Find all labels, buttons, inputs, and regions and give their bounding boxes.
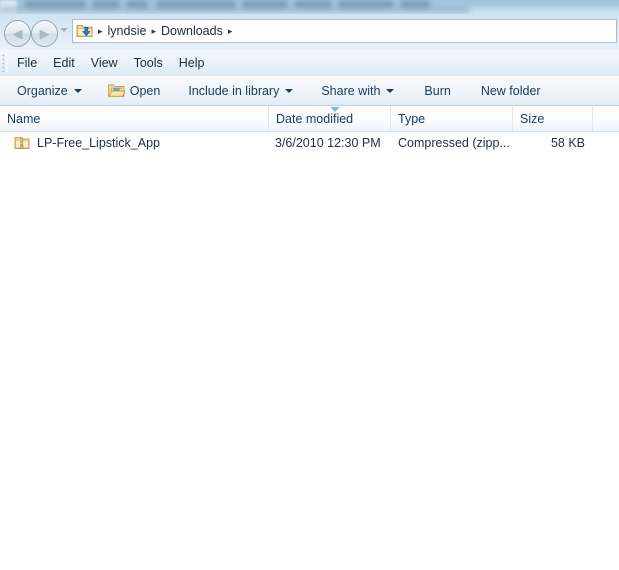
- navigation-bar: ◀ ▶ ▸ lyndsie ▸ Downloads ▸: [0, 14, 619, 50]
- blurred-title-strip: [0, 0, 619, 14]
- back-arrow-icon: ◀: [12, 26, 23, 41]
- open-button[interactable]: Open: [101, 80, 168, 102]
- file-date-modified-cell: 3/6/2010 12:30 PM: [275, 136, 381, 150]
- open-folder-icon: [107, 83, 126, 98]
- forward-arrow-icon: ▶: [39, 26, 50, 41]
- file-size-cell: 58 KB: [550, 136, 585, 150]
- address-bar[interactable]: ▸ lyndsie ▸ Downloads ▸: [72, 19, 617, 43]
- command-toolbar: Organize Open Include in library Share w…: [0, 76, 619, 106]
- breadcrumb-separator-2[interactable]: ▸: [146, 26, 161, 36]
- downloads-folder-icon: [76, 23, 93, 39]
- chevron-down-icon: [285, 88, 294, 93]
- back-button[interactable]: ◀: [4, 20, 31, 47]
- breadcrumb-separator-1[interactable]: ▸: [93, 26, 108, 36]
- open-label: Open: [129, 83, 161, 98]
- explorer-window: ◀ ▶ ▸ lyndsie ▸ Downloads ▸ File Edit Vi…: [0, 0, 619, 570]
- include-in-library-label: Include in library: [188, 83, 280, 98]
- recent-pages-chevron-down-icon[interactable]: [60, 28, 68, 32]
- new-folder-button[interactable]: New folder: [474, 80, 548, 102]
- file-type-cell: Compressed (zipp...: [398, 136, 510, 150]
- navigation-buttons: ◀ ▶: [4, 19, 74, 47]
- organize-button[interactable]: Organize: [10, 80, 89, 102]
- file-list[interactable]: LP-Free_Lipstick_App 3/6/2010 12:30 PM C…: [0, 132, 619, 570]
- menu-grip-handle[interactable]: [2, 54, 9, 72]
- burn-label: Burn: [424, 83, 451, 98]
- column-header-name-label: Name: [7, 111, 41, 126]
- file-name-label: LP-Free_Lipstick_App: [37, 136, 160, 150]
- burn-button[interactable]: Burn: [417, 80, 457, 102]
- zipped-folder-icon: [14, 135, 30, 151]
- column-header-type[interactable]: Type: [390, 106, 512, 131]
- table-row[interactable]: LP-Free_Lipstick_App 3/6/2010 12:30 PM C…: [0, 132, 619, 154]
- column-header-row: Name Date modified Type Size: [0, 106, 619, 132]
- column-header-type-label: Type: [398, 111, 426, 126]
- new-folder-label: New folder: [480, 83, 541, 98]
- share-with-button[interactable]: Share with: [314, 80, 401, 102]
- column-header-name[interactable]: Name: [0, 106, 268, 131]
- breadcrumb-separator-3[interactable]: ▸: [223, 26, 238, 36]
- menu-item-view[interactable]: View: [83, 54, 126, 72]
- column-header-extra[interactable]: [592, 106, 619, 131]
- breadcrumb-lyndsie[interactable]: lyndsie: [108, 24, 147, 38]
- chevron-down-icon: [73, 88, 82, 93]
- forward-button[interactable]: ▶: [31, 20, 58, 47]
- menu-item-tools[interactable]: Tools: [126, 54, 171, 72]
- file-name-cell[interactable]: LP-Free_Lipstick_App: [14, 132, 264, 154]
- menu-item-help[interactable]: Help: [171, 54, 213, 72]
- sort-descending-icon: [330, 107, 340, 112]
- menu-item-edit[interactable]: Edit: [45, 54, 83, 72]
- column-header-date-modified[interactable]: Date modified: [268, 106, 390, 131]
- include-in-library-button[interactable]: Include in library: [181, 80, 300, 102]
- menu-item-file[interactable]: File: [9, 54, 45, 72]
- share-with-label: Share with: [321, 83, 381, 98]
- column-header-size-label: Size: [520, 111, 545, 126]
- menu-bar: File Edit View Tools Help: [0, 50, 619, 76]
- chevron-down-icon: [386, 88, 395, 93]
- column-header-size[interactable]: Size: [512, 106, 592, 131]
- organize-label: Organize: [17, 83, 68, 98]
- column-header-date-modified-label: Date modified: [276, 111, 354, 126]
- breadcrumb-downloads[interactable]: Downloads: [161, 24, 223, 38]
